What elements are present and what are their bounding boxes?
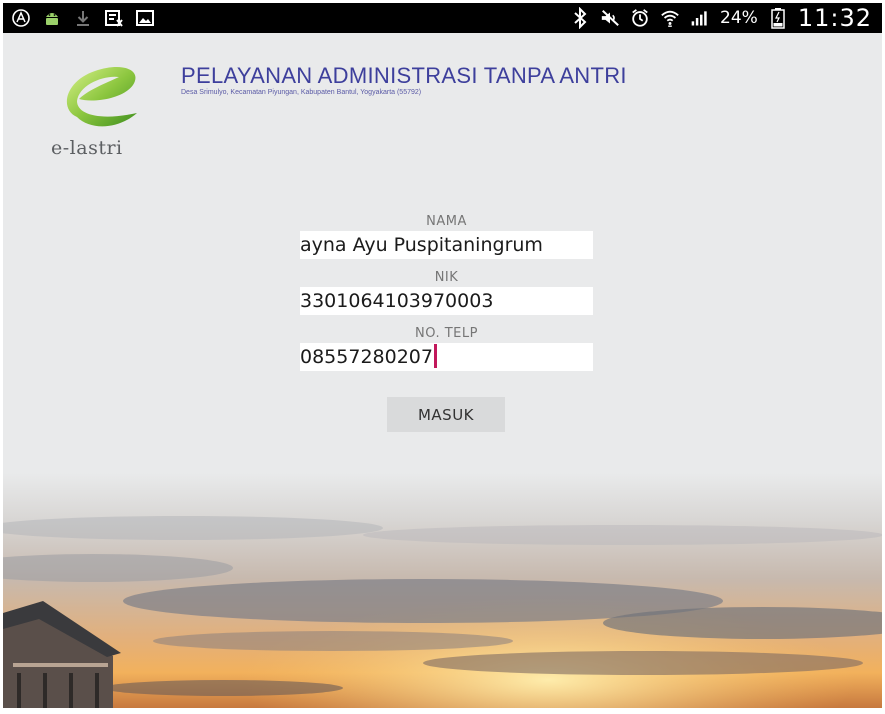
nama-value: ayna Ayu Puspitaningrum — [300, 234, 543, 256]
telp-value: 08557280207 — [300, 346, 433, 368]
download-icon — [73, 8, 93, 28]
nama-field[interactable]: ayna Ayu Puspitaningrum — [300, 231, 593, 259]
masuk-button[interactable]: MASUK — [387, 397, 505, 432]
screenshot-icon — [104, 8, 124, 28]
sunset-background-image — [3, 473, 882, 708]
android-icon — [42, 8, 62, 28]
status-bar-right: 24% 11:32 — [570, 4, 872, 32]
text-cursor — [433, 344, 437, 368]
page-title: PELAYANAN ADMINISTRASI TANPA ANTRI — [181, 63, 627, 88]
notification-a-icon — [11, 8, 31, 28]
status-bar-left — [11, 7, 155, 29]
bluetooth-icon — [570, 7, 590, 29]
battery-icon — [768, 8, 788, 29]
alarm-icon — [630, 8, 650, 28]
wifi-icon — [660, 8, 680, 28]
telp-field[interactable]: 08557280207 — [300, 343, 593, 371]
clock: 11:32 — [797, 4, 872, 32]
telp-label: NO. TELP — [415, 326, 478, 341]
app-screen: 24% 11:32 e-lastri PELAYANAN ADMINISTRAS… — [3, 3, 882, 708]
status-bar: 24% 11:32 — [3, 3, 882, 33]
nama-label: NAMA — [426, 214, 467, 229]
image-icon — [135, 8, 155, 28]
nik-value: 3301064103970003 — [300, 290, 494, 312]
page-subtitle: Desa Srimulyo, Kecamatan Piyungan, Kabup… — [181, 89, 422, 96]
nik-field[interactable]: 3301064103970003 — [300, 287, 593, 315]
battery-percent: 24% — [720, 8, 758, 28]
signal-icon — [690, 8, 710, 28]
nik-label: NIK — [434, 270, 459, 285]
logo-wordmark: e-lastri — [51, 137, 123, 159]
mute-icon — [600, 8, 620, 28]
